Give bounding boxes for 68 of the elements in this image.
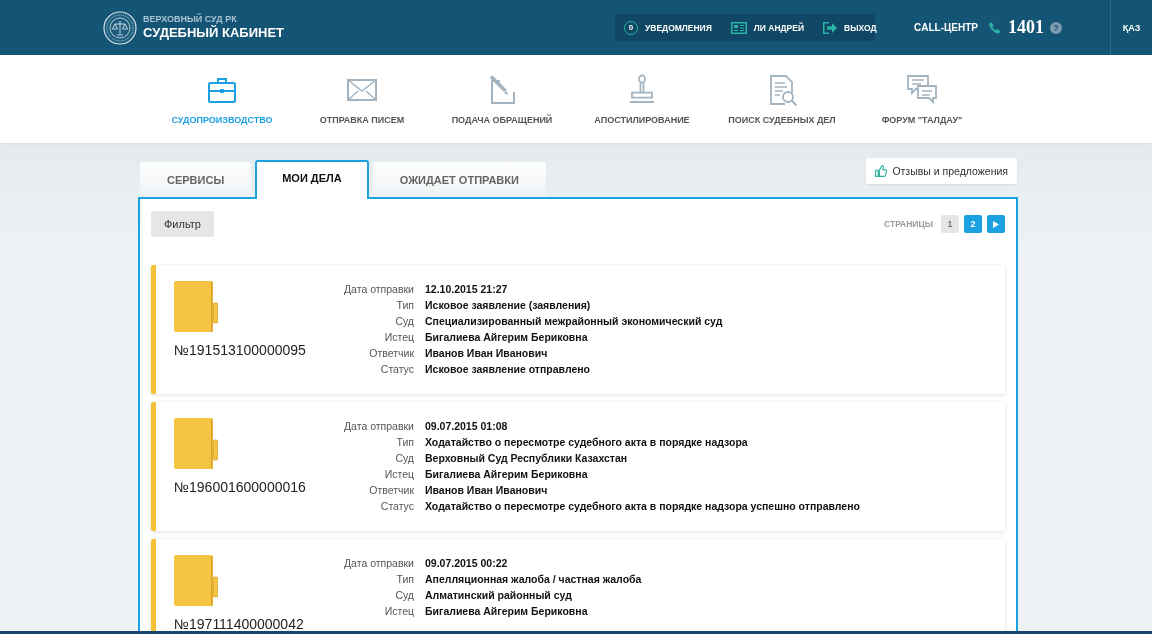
id-card-icon <box>730 21 747 34</box>
nav-link[interactable]: АПОСТИЛИРОВАНИЕ <box>572 55 712 125</box>
phone-number: 1401 <box>1007 17 1044 38</box>
nav-link[interactable]: ОТПРАВКА ПИСЕМ <box>292 55 432 125</box>
thumbs-up-icon <box>875 165 888 177</box>
case-card[interactable] <box>151 402 1005 531</box>
case-card[interactable]: №197111400000042 Дата отправки 09.07.2015 00:22 Тип Апелляционная жалоба / частная жалоба Суд Алматинский районный суд Истец Бигалиева Айгерим Бериковна <box>151 539 1005 631</box>
field-value: Бигалиева Айгерим Бериковна <box>425 467 588 482</box>
field-label: Суд <box>395 314 414 329</box>
folder-icon <box>174 418 218 470</box>
call-center-label: CALL-ЦЕНТР <box>914 22 978 33</box>
nav-link[interactable]: ПОДАЧА ОБРАЩЕНИЙ <box>432 55 572 125</box>
filter-button[interactable]: Фильтр <box>151 211 214 237</box>
nav-link[interactable]: ФОРУМ "ТАЛДАУ" <box>852 55 992 125</box>
case-number: №197111400000042 <box>174 617 304 631</box>
field-value: Апелляционная жалоба / частная жалоба <box>425 572 642 587</box>
field-value: 12.10.2015 21:27 <box>425 282 508 297</box>
field-value: 09.07.2015 00:22 <box>425 556 508 571</box>
field-label: Статус <box>380 499 414 514</box>
field-label: Дата отправки <box>344 282 414 297</box>
org-name: ВЕРХОВНЫЙ СУД РК <box>143 14 238 25</box>
emblem-icon <box>103 10 137 45</box>
site-title: СУДЕБНЫЙ КАБИНЕТ <box>143 25 284 41</box>
field-value: Иванов Иван Иванович <box>425 346 548 361</box>
field-value: Алматинский районный суд <box>425 588 572 603</box>
field-label: Тип <box>396 572 414 587</box>
field-value: Бигалиева Айгерим Бериковна <box>425 604 588 619</box>
field-value: 09.07.2015 01:08 <box>425 419 508 434</box>
feedback-button[interactable]: Отзывы и предложения <box>866 158 1017 184</box>
next-page-button[interactable] <box>987 215 1005 233</box>
field-label: Дата отправки <box>344 556 414 571</box>
case-card[interactable] <box>151 265 1005 394</box>
field-label: Ответчик <box>369 346 414 361</box>
field-value: Исковое заявление (заявления) <box>425 298 591 313</box>
logout-link[interactable]: ВЫХОД <box>823 21 877 34</box>
notifications-link[interactable]: 0 УВЕДОМЛЕНИЯ <box>624 20 712 35</box>
field-label: Статус <box>380 362 414 377</box>
field-value: Иванов Иван Иванович <box>425 483 548 498</box>
field-label: Суд <box>395 588 414 603</box>
tab[interactable]: МОИ ДЕЛА <box>255 160 369 199</box>
profile-link[interactable]: ЛИ АНДРЕЙ <box>730 21 805 34</box>
next-icon <box>993 220 999 228</box>
page-button[interactable]: 1 <box>941 215 959 233</box>
field-value: Исковое заявление отправлено <box>425 362 591 377</box>
phone-icon <box>988 21 1001 34</box>
field-label: Тип <box>396 298 414 313</box>
folder-icon <box>174 281 218 333</box>
field-label: Ответчик <box>369 483 414 498</box>
folder-icon <box>174 555 218 607</box>
field-label: Дата отправки <box>344 419 414 434</box>
field-label: Истец <box>384 330 414 345</box>
field-value: Ходатайство о пересмотре судебного акта в порядке надзора успешно отправлено <box>425 499 860 514</box>
field-label: Тип <box>396 435 414 450</box>
case-number: №196001600000016 <box>174 480 306 494</box>
field-label: Истец <box>384 604 414 619</box>
field-value: Бигалиева Айгерим Бериковна <box>425 330 588 345</box>
field-label: Истец <box>384 467 414 482</box>
field-label: Суд <box>395 451 414 466</box>
field-value: Специализированный межрайонный экономический суд <box>425 314 723 329</box>
pages-label: СТРАНИЦЫ <box>884 219 933 229</box>
nav-link[interactable]: ПОИСК СУДЕБНЫХ ДЕЛ <box>712 55 852 125</box>
tab[interactable]: ОЖИДАЕТ ОТПРАВКИ <box>372 162 546 197</box>
logout-icon <box>823 21 838 34</box>
field-value: Ходатайство о пересмотре судебного акта в порядке надзора <box>425 435 748 450</box>
field-value: Верховный Суд Республики Казахстан <box>425 451 628 466</box>
case-number: №191513100000095 <box>174 343 306 357</box>
chat-bubbles-icon <box>906 74 938 106</box>
tab[interactable]: СЕРВИСЫ <box>140 162 252 197</box>
